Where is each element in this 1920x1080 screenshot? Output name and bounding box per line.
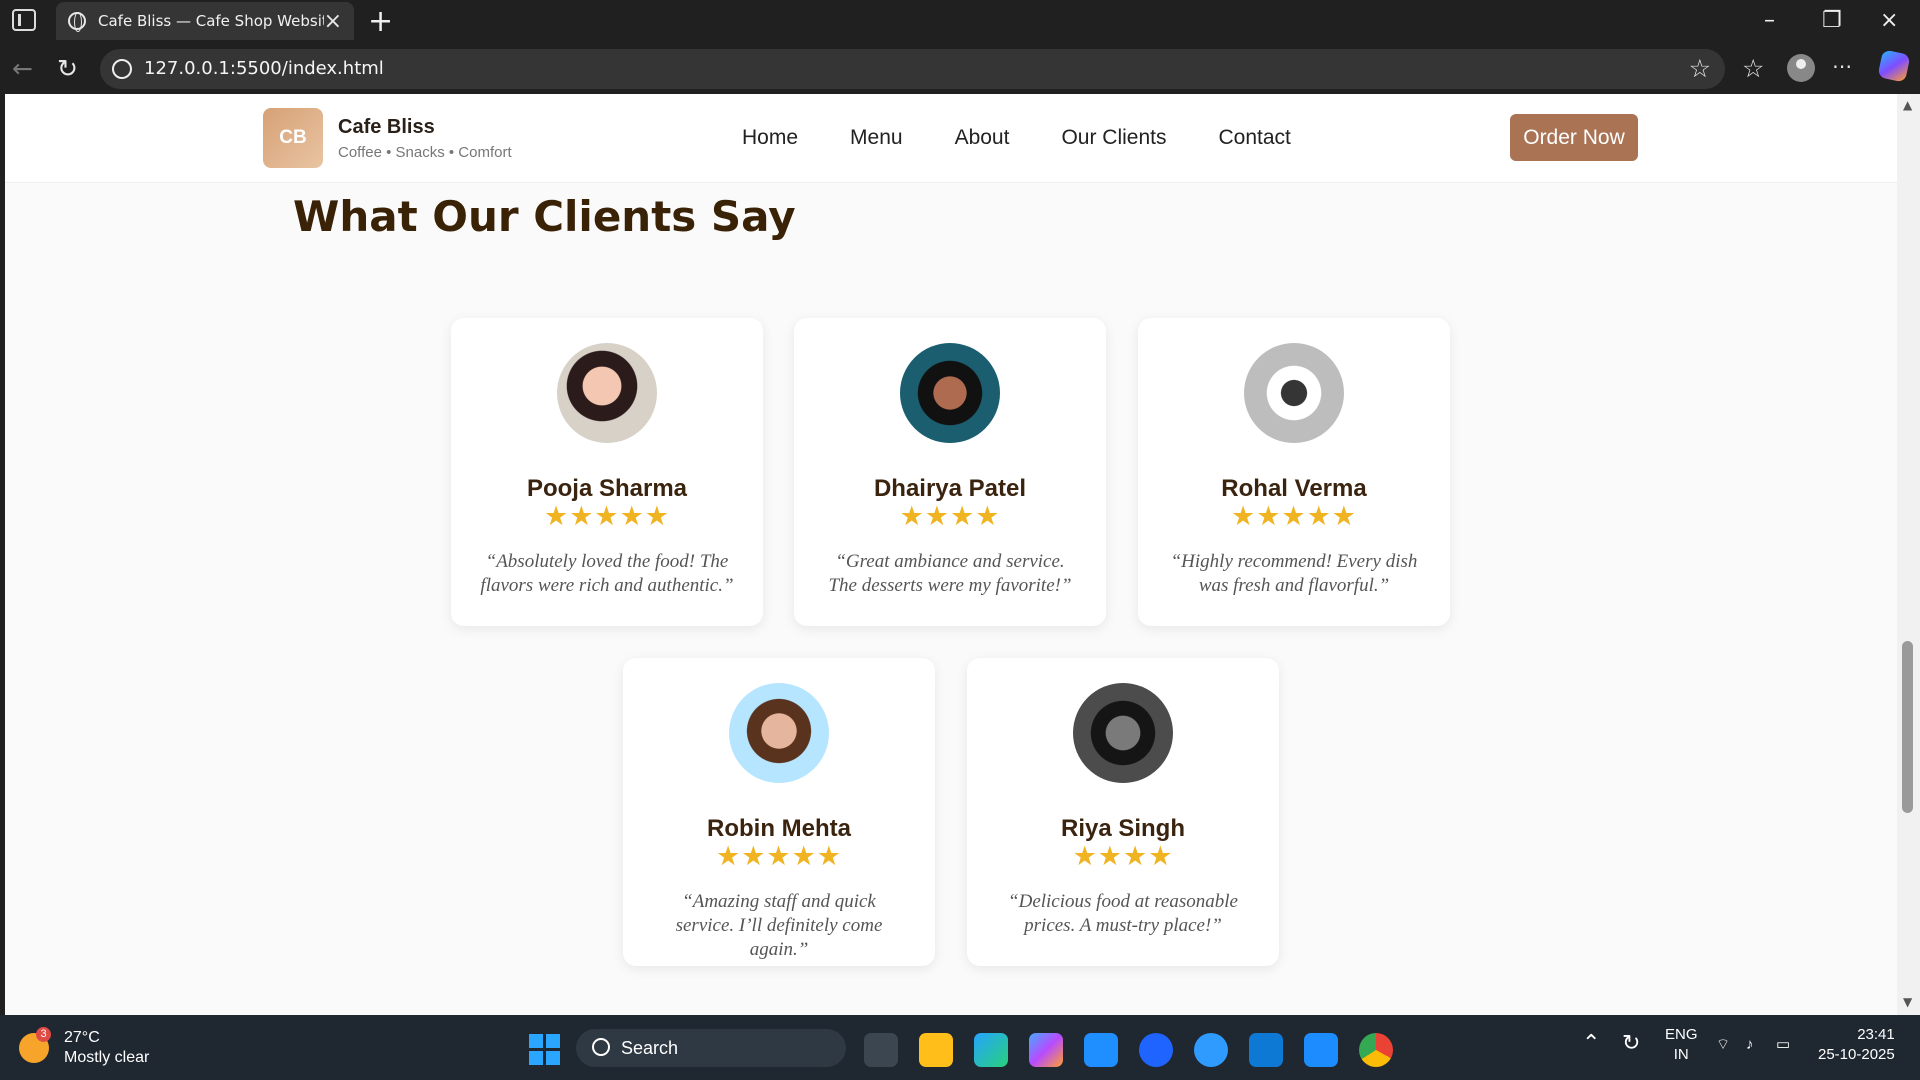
avatar (557, 343, 657, 443)
sync-icon[interactable]: ↻ (1622, 1032, 1640, 1054)
language-indicator[interactable]: ENG IN (1665, 1025, 1698, 1065)
copilot-icon[interactable] (1877, 49, 1911, 83)
nav-home[interactable]: Home (742, 126, 798, 150)
testimonial-card: Riya Singh ★★★★ “Delicious food at reaso… (967, 658, 1279, 966)
windows-taskbar: 3 27°C Mostly clear Search ⌃ ↻ ENG IN ⌔ … (0, 1015, 1920, 1080)
tab-title: Cafe Bliss — Cafe Shop Website (98, 12, 324, 30)
brand-tagline: Coffee • Snacks • Comfort (338, 144, 512, 161)
site-info-icon[interactable] (112, 59, 132, 79)
main-navigation: Home Menu About Our Clients Contact (742, 126, 1291, 150)
page-scrollbar[interactable]: ▲ ▼ (1897, 94, 1920, 1015)
testimonial-card: Pooja Sharma ★★★★★ “Absolutely loved the… (451, 318, 763, 626)
back-icon[interactable]: ← (12, 54, 33, 83)
close-tab-icon[interactable]: × (324, 9, 342, 34)
avatar (1073, 683, 1173, 783)
search-icon (592, 1038, 610, 1056)
restore-icon[interactable]: ❐ (1822, 8, 1842, 33)
url-text: 127.0.0.1:5500/index.html (144, 58, 384, 79)
nav-menu[interactable]: Menu (850, 126, 903, 150)
client-name: Rohal Verma (1221, 475, 1367, 502)
task-view-icon[interactable] (864, 1033, 898, 1067)
edge-icon[interactable] (974, 1033, 1008, 1067)
logo[interactable]: CB (263, 108, 323, 168)
weather-badge: 3 (36, 1027, 51, 1042)
clock-date: 25-10-2025 (1818, 1046, 1895, 1063)
client-quote: “Amazing staff and quick service. I’ll d… (675, 891, 883, 960)
avatar (729, 683, 829, 783)
client-quote: “Highly recommend! Every dish was fresh … (1170, 551, 1418, 596)
clock-time: 23:41 (1857, 1026, 1895, 1043)
chrome-icon[interactable] (1359, 1033, 1393, 1067)
active-tab[interactable]: Cafe Bliss — Cafe Shop Website × (56, 2, 354, 40)
rating-stars: ★★★★ (1072, 841, 1174, 872)
wifi-icon[interactable]: ⌔ (1716, 1035, 1730, 1055)
store-icon[interactable] (1084, 1033, 1118, 1067)
refresh-icon[interactable]: ↻ (57, 54, 78, 83)
region: IN (1673, 1046, 1689, 1063)
page-viewport: CB Cafe Bliss Coffee • Snacks • Comfort … (5, 94, 1897, 1015)
outlook-icon[interactable] (1249, 1033, 1283, 1067)
language: ENG (1665, 1026, 1698, 1043)
order-now-button[interactable]: Order Now (1510, 114, 1638, 161)
minimize-icon[interactable]: – (1764, 8, 1775, 33)
search-label: Search (621, 1038, 679, 1058)
client-quote: “Delicious food at reasonable prices. A … (1008, 891, 1238, 936)
rating-stars: ★★★★★ (1230, 501, 1358, 532)
address-row: ← ↻ 127.0.0.1:5500/index.html ☆ ☆ ⋯ (0, 44, 1920, 92)
nav-our-clients[interactable]: Our Clients (1061, 126, 1166, 150)
battery-icon[interactable]: ▭ (1776, 1035, 1790, 1055)
system-clock[interactable]: 23:41 25-10-2025 (1818, 1025, 1895, 1065)
rating-stars: ★★★★★ (715, 841, 843, 872)
testimonial-card: Dhairya Patel ★★★★ “Great ambiance and s… (794, 318, 1106, 626)
weather-condition: Mostly clear (64, 1049, 150, 1066)
section-title: What Our Clients Say (293, 192, 796, 241)
client-name: Robin Mehta (707, 815, 851, 842)
close-window-icon[interactable]: × (1880, 8, 1898, 33)
volume-icon[interactable]: ♪ (1746, 1035, 1754, 1055)
testimonial-card: Rohal Verma ★★★★★ “Highly recommend! Eve… (1138, 318, 1450, 626)
vscode-icon[interactable] (1304, 1033, 1338, 1067)
nav-about[interactable]: About (955, 126, 1010, 150)
client-name: Riya Singh (1060, 815, 1186, 842)
client-name: Pooja Sharma (526, 475, 688, 502)
tab-strip: Cafe Bliss — Cafe Shop Website × + – ❐ × (0, 0, 1920, 40)
scroll-up-icon[interactable]: ▲ (1903, 98, 1912, 112)
hp-icon[interactable] (1139, 1033, 1173, 1067)
windows-start-icon[interactable] (529, 1034, 560, 1065)
taskbar-search[interactable]: Search (576, 1029, 846, 1067)
sidebar-toggle-icon[interactable] (12, 9, 36, 31)
brand-name: Cafe Bliss (338, 116, 435, 138)
nav-contact[interactable]: Contact (1218, 126, 1290, 150)
rating-stars: ★★★★★ (543, 501, 671, 532)
browser-chrome: Cafe Bliss — Cafe Shop Website × + – ❐ ×… (0, 0, 1920, 94)
favorite-icon[interactable]: ☆ (1689, 49, 1711, 89)
weather-widget[interactable]: 3 27°C Mostly clear (19, 1027, 150, 1068)
favorites-icon[interactable]: ☆ (1742, 54, 1764, 83)
temperature: 27°C (64, 1029, 100, 1046)
client-quote: “Great ambiance and service. The dessert… (828, 551, 1072, 596)
avatar (1244, 343, 1344, 443)
profile-icon[interactable] (1787, 54, 1815, 82)
show-hidden-icons-icon[interactable]: ⌃ (1582, 1032, 1600, 1054)
client-quote: “Absolutely loved the food! The flavors … (480, 551, 734, 596)
file-explorer-icon[interactable] (919, 1033, 953, 1067)
help-icon[interactable] (1194, 1033, 1228, 1067)
globe-icon (68, 12, 86, 32)
copilot-app-icon[interactable] (1029, 1033, 1063, 1067)
site-header: CB Cafe Bliss Coffee • Snacks • Comfort … (5, 94, 1897, 183)
scrollbar-thumb[interactable] (1902, 641, 1913, 813)
more-icon[interactable]: ⋯ (1832, 54, 1852, 78)
client-name: Dhairya Patel (873, 475, 1027, 502)
rating-stars: ★★★★ (899, 501, 1001, 532)
new-tab-icon[interactable]: + (368, 4, 393, 39)
testimonial-card: Robin Mehta ★★★★★ “Amazing staff and qui… (623, 658, 935, 966)
avatar (900, 343, 1000, 443)
scroll-down-icon[interactable]: ▼ (1903, 995, 1912, 1009)
address-bar[interactable]: 127.0.0.1:5500/index.html ☆ (100, 49, 1725, 89)
